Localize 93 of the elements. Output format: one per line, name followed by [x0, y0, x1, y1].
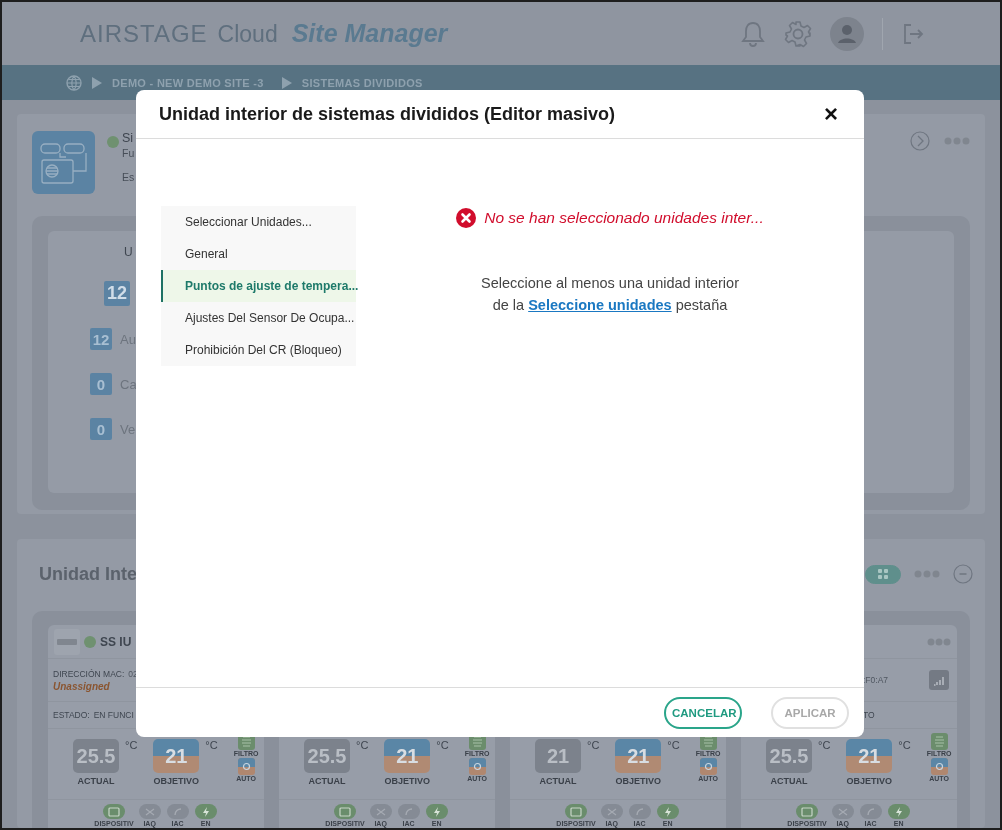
unit-label: °C	[818, 739, 831, 751]
filter-icon	[930, 733, 948, 750]
count-badge: 0	[90, 418, 112, 440]
sidebar-tab[interactable]: Seleccionar Unidades...	[161, 206, 356, 238]
feature-toggle[interactable]	[831, 804, 854, 819]
feature-toggle[interactable]	[369, 804, 392, 819]
indoor-unit-icon	[54, 628, 80, 655]
site-name: Si	[122, 131, 135, 145]
site-function: Fu	[122, 147, 135, 159]
curve-icon	[402, 806, 415, 817]
error-message: No se han seleccionado unidades inter...	[484, 209, 764, 227]
actual-temperature: 25.5	[73, 739, 119, 773]
count-badge: 0	[90, 373, 112, 395]
assignment-status: Unassigned	[53, 680, 111, 692]
select-units-link[interactable]: Seleccione unidades	[528, 297, 672, 313]
globe-icon[interactable]	[66, 74, 82, 91]
grid-icon	[878, 569, 888, 579]
target-temperature[interactable]: 21	[615, 739, 662, 773]
error-icon	[456, 208, 477, 228]
sidebar-tab[interactable]: Ajustes Del Sensor De Ocupa...	[161, 302, 356, 334]
status-dot	[84, 635, 96, 648]
actual-label: ACTUAL	[76, 776, 116, 786]
chevron-right-icon[interactable]	[910, 131, 930, 151]
unit-label: °C	[436, 739, 449, 751]
unit-name[interactable]: SS IU	[100, 634, 132, 649]
device-icon	[108, 806, 120, 817]
actual-label: ACTUAL	[307, 776, 347, 786]
unit-label: °C	[587, 739, 600, 751]
summary-heading: U	[124, 245, 133, 259]
state-label: ESTADO:	[53, 710, 90, 720]
target-temperature[interactable]: 21	[846, 739, 893, 773]
sidebar-tab[interactable]: General	[161, 238, 356, 270]
grid-view-toggle[interactable]	[865, 564, 901, 584]
actual-label: ACTUAL	[769, 776, 809, 786]
feature-toggle[interactable]	[397, 804, 420, 819]
target-label: OBJETIVO	[615, 776, 662, 786]
site-status: Es	[122, 171, 135, 183]
section-title: Unidad Inte	[39, 563, 137, 585]
avatar-icon[interactable]	[830, 16, 864, 51]
feature-toggle[interactable]	[656, 804, 679, 819]
total-count: 12	[104, 281, 131, 306]
device-icon	[339, 806, 351, 817]
feature-toggle[interactable]	[103, 804, 125, 819]
actual-temperature: 25.5	[766, 739, 812, 773]
count-badge: 12	[90, 328, 112, 350]
sidebar-tab[interactable]: Prohibición Del CR (Bloqueo)	[161, 334, 356, 366]
target-label: OBJETIVO	[384, 776, 431, 786]
target-label: OBJETIVO	[153, 776, 200, 786]
dialog-button[interactable]: CANCELAR	[664, 696, 742, 729]
actual-label: ACTUAL	[538, 776, 578, 786]
unit-label: °C	[205, 739, 218, 751]
feature-toggle[interactable]	[138, 804, 161, 819]
more-icon[interactable]	[927, 637, 951, 646]
device-icon	[801, 806, 813, 817]
curve-icon	[171, 806, 184, 817]
split-system-icon	[32, 131, 95, 194]
mac-label: DIRECCIÓN MAC:	[53, 668, 125, 679]
feature-toggle[interactable]	[600, 804, 623, 819]
feature-toggle[interactable]	[194, 804, 217, 819]
unit-label: °C	[356, 739, 369, 751]
play-icon	[281, 76, 292, 89]
instruction-text: Seleccione al menos una unidad interior de la Seleccione unidades pestaña	[481, 274, 739, 315]
feature-toggle[interactable]	[887, 804, 910, 819]
mac-address: :F0:A7	[863, 675, 889, 685]
actual-temperature: 21	[535, 739, 581, 773]
sidebar-tab[interactable]: Puntos de ajuste de tempera...	[161, 270, 356, 302]
unit-label: °C	[667, 739, 680, 751]
target-temperature[interactable]: 21	[153, 739, 200, 773]
settings-icon[interactable]	[784, 19, 812, 48]
target-temperature[interactable]: 21	[384, 739, 431, 773]
feature-toggle[interactable]	[859, 804, 882, 819]
feature-toggle[interactable]	[796, 804, 818, 819]
feature-toggle[interactable]	[565, 804, 587, 819]
device-icon	[570, 806, 582, 817]
dialog-title: Unidad interior de sistemas divididos (Editor masivo)	[159, 103, 616, 125]
play-icon	[92, 76, 102, 89]
bell-icon[interactable]	[740, 19, 766, 48]
close-button[interactable]: ×	[820, 102, 842, 126]
collapse-icon[interactable]	[953, 564, 973, 584]
unit-label: °C	[125, 739, 138, 751]
actual-temperature: 25.5	[304, 739, 350, 773]
feature-toggle[interactable]	[166, 804, 189, 819]
feature-toggle[interactable]	[334, 804, 356, 819]
logout-icon[interactable]	[901, 21, 925, 46]
state-value: TO	[863, 710, 875, 720]
curve-icon	[633, 806, 646, 817]
target-label: OBJETIVO	[846, 776, 893, 786]
curve-icon	[864, 806, 877, 817]
state-value: EN FUNCI	[93, 710, 134, 720]
unit-label: °C	[898, 739, 911, 751]
status-dot	[107, 136, 119, 148]
feature-toggle[interactable]	[628, 804, 651, 819]
feature-toggle[interactable]	[425, 804, 448, 819]
